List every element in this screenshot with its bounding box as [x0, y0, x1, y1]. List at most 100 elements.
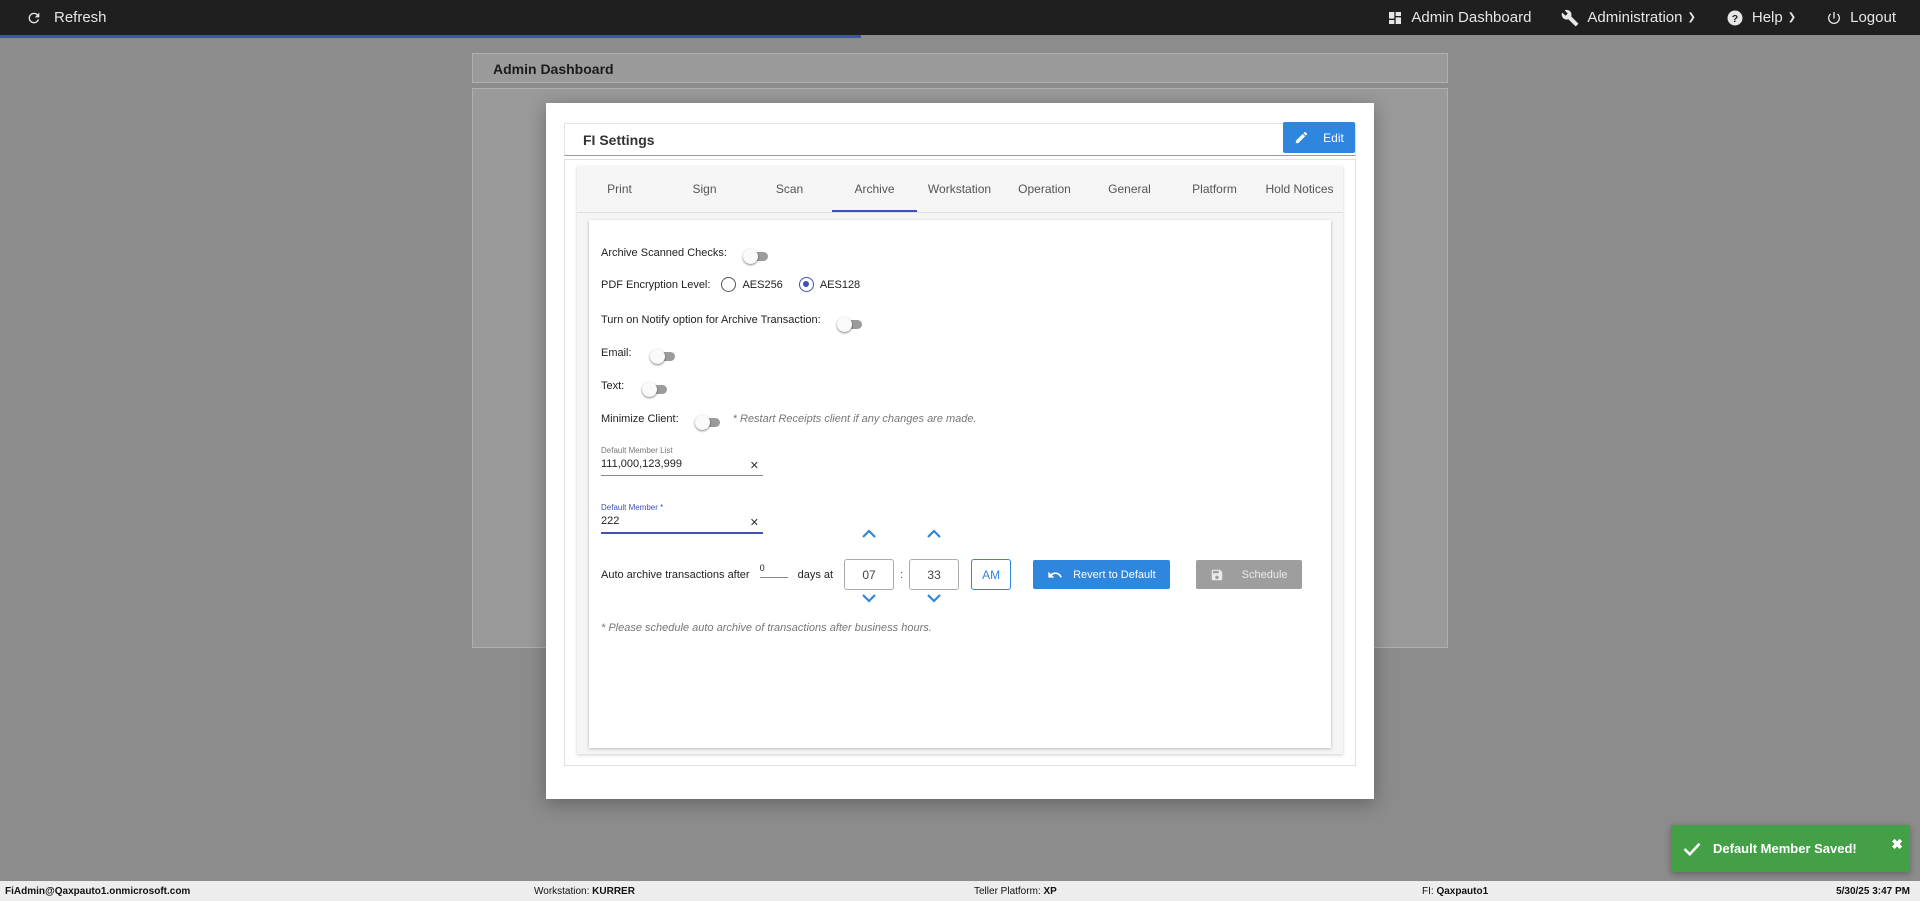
- hour-down-chevron-icon[interactable]: [844, 593, 894, 606]
- tab-platform[interactable]: Platform: [1172, 166, 1257, 212]
- toast-message: Default Member Saved!: [1713, 841, 1857, 856]
- schedule-button[interactable]: Schedule: [1195, 560, 1302, 589]
- clear-icon[interactable]: ✕: [750, 459, 759, 472]
- hour-up-chevron-icon[interactable]: [844, 529, 894, 542]
- pdf-encryption-label: PDF Encryption Level:: [601, 278, 711, 291]
- aes256-radio[interactable]: [721, 277, 737, 292]
- refresh-button[interactable]: Refresh: [26, 0, 107, 35]
- minute-down-chevron-icon[interactable]: [909, 593, 959, 606]
- status-bar: FiAdmin@Qaxpauto1.onmicrosoft.com Workst…: [0, 881, 1920, 901]
- pencil-icon: [1296, 131, 1308, 144]
- revert-label: Revert to Default: [1073, 568, 1156, 581]
- archive-scanned-checks-toggle[interactable]: [742, 249, 769, 264]
- status-fi-label: FI:: [1422, 886, 1434, 897]
- minute-up-chevron-icon[interactable]: [909, 529, 959, 542]
- refresh-label: Refresh: [54, 9, 107, 26]
- tab-hold-notices[interactable]: Hold Notices: [1257, 166, 1342, 212]
- schedule-hint: * Please schedule auto archive of transa…: [601, 622, 932, 634]
- default-member-list-field[interactable]: Default Member List 111,000,123,999 ✕: [601, 446, 763, 476]
- edit-button[interactable]: Edit: [1283, 122, 1355, 153]
- nav-admin-dashboard[interactable]: Admin Dashboard: [1387, 9, 1531, 26]
- days-at-label: days at: [797, 568, 834, 581]
- svg-text:?: ?: [1732, 12, 1738, 24]
- schedule-label: Schedule: [1241, 568, 1288, 581]
- hour-spinner: 07: [844, 529, 895, 603]
- default-member-input[interactable]: 222: [601, 515, 763, 529]
- archive-scanned-checks-row: Archive Scanned Checks:: [601, 246, 769, 264]
- default-member-field[interactable]: Default Member * 222 ✕: [601, 503, 763, 534]
- text-label: Text:: [601, 380, 625, 392]
- text-row: Text:: [601, 379, 668, 397]
- wrench-icon: [1562, 9, 1579, 26]
- dialog-header: FI Settings: [564, 123, 1356, 156]
- pdf-encryption-row: PDF Encryption Level: AES256 AES128: [601, 277, 860, 292]
- minimize-client-toggle[interactable]: [694, 415, 721, 430]
- status-user: FiAdmin@Qaxpauto1.onmicrosoft.com: [5, 886, 191, 897]
- help-icon: ?: [1727, 10, 1743, 25]
- dashboard-header: Admin Dashboard: [472, 53, 1448, 83]
- auto-archive-row: Auto archive transactions after 0 days a…: [601, 529, 1302, 603]
- status-datetime: 5/30/25 3:47 PM: [1836, 886, 1910, 897]
- revert-to-default-button[interactable]: Revert to Default: [1033, 560, 1170, 589]
- notify-label: Turn on Notify option for Archive Transa…: [601, 314, 821, 326]
- close-icon[interactable]: ✖: [1891, 836, 1903, 853]
- nav-logout[interactable]: Logout: [1826, 9, 1896, 26]
- archive-panel: Archive Scanned Checks: PDF Encryption L…: [589, 220, 1331, 748]
- hour-input[interactable]: 07: [844, 559, 895, 590]
- success-toast: Default Member Saved! ✖: [1671, 825, 1910, 872]
- aes128-radio[interactable]: [798, 277, 814, 292]
- nav-admin-dashboard-label: Admin Dashboard: [1411, 9, 1532, 26]
- nav-help-label: Help: [1751, 9, 1783, 26]
- tab-sign[interactable]: Sign: [662, 166, 747, 212]
- tab-operation[interactable]: Operation: [1002, 166, 1087, 212]
- nav-administration[interactable]: Administration ❯: [1561, 9, 1696, 27]
- chevron-down-icon: ❯: [1687, 12, 1696, 23]
- minute-spinner: 33: [909, 529, 960, 603]
- clear-icon[interactable]: ✕: [750, 516, 759, 529]
- auto-archive-label: Auto archive transactions after: [601, 568, 750, 581]
- schedule-hint-row: * Please schedule auto archive of transa…: [601, 622, 932, 634]
- status-platform-value: XP: [1043, 886, 1057, 897]
- status-platform-label: Teller Platform:: [974, 886, 1041, 897]
- aes256-label: AES256: [742, 278, 783, 291]
- days-input[interactable]: 0: [759, 563, 788, 578]
- minimize-client-row: Minimize Client: * Restart Receipts clie…: [601, 412, 977, 430]
- minute-input[interactable]: 33: [909, 559, 960, 590]
- notify-toggle[interactable]: [836, 317, 863, 332]
- status-fi-value: Qaxpauto1: [1436, 886, 1489, 897]
- dashboard-icon: [1389, 11, 1402, 24]
- check-icon: [1683, 842, 1701, 856]
- aes128-label: AES128: [819, 278, 861, 291]
- top-bar: Refresh Admin Dashboard Administration ❯…: [0, 0, 1920, 38]
- refresh-icon: [28, 12, 40, 23]
- edit-button-label: Edit: [1323, 130, 1344, 145]
- power-icon: [1828, 11, 1841, 24]
- status-workstation-label: Workstation:: [534, 886, 590, 897]
- archive-scanned-checks-label: Archive Scanned Checks:: [601, 247, 727, 259]
- tab-scan[interactable]: Scan: [747, 166, 832, 212]
- top-nav: Admin Dashboard Administration ❯ ? Help …: [1357, 0, 1896, 35]
- tab-archive[interactable]: Archive: [832, 166, 917, 212]
- save-icon: [1211, 569, 1222, 580]
- nav-logout-label: Logout: [1850, 9, 1896, 26]
- undo-icon: [1048, 571, 1063, 578]
- text-toggle[interactable]: [642, 382, 668, 397]
- loading-progress-bar: [0, 35, 861, 38]
- minimize-client-label: Minimize Client:: [601, 413, 679, 425]
- email-toggle[interactable]: [649, 349, 676, 364]
- fi-settings-dialog: FI Settings Edit Print Sign Scan Archive…: [546, 103, 1374, 799]
- nav-help[interactable]: ? Help ❯: [1726, 9, 1796, 27]
- tab-general[interactable]: General: [1087, 166, 1172, 212]
- restart-hint: * Restart Receipts client if any changes…: [732, 413, 977, 425]
- email-row: Email:: [601, 346, 676, 364]
- settings-tabs-card: Print Sign Scan Archive Workstation Oper…: [577, 166, 1343, 754]
- settings-tabs: Print Sign Scan Archive Workstation Oper…: [577, 166, 1343, 213]
- tab-workstation[interactable]: Workstation: [917, 166, 1002, 212]
- default-member-list-label: Default Member List: [601, 446, 673, 455]
- ampm-toggle[interactable]: AM: [971, 559, 1012, 590]
- default-member-list-input[interactable]: 111,000,123,999: [601, 458, 763, 472]
- email-label: Email:: [601, 347, 632, 359]
- tab-print[interactable]: Print: [577, 166, 662, 212]
- notify-row: Turn on Notify option for Archive Transa…: [601, 313, 863, 332]
- default-member-label: Default Member *: [601, 503, 664, 512]
